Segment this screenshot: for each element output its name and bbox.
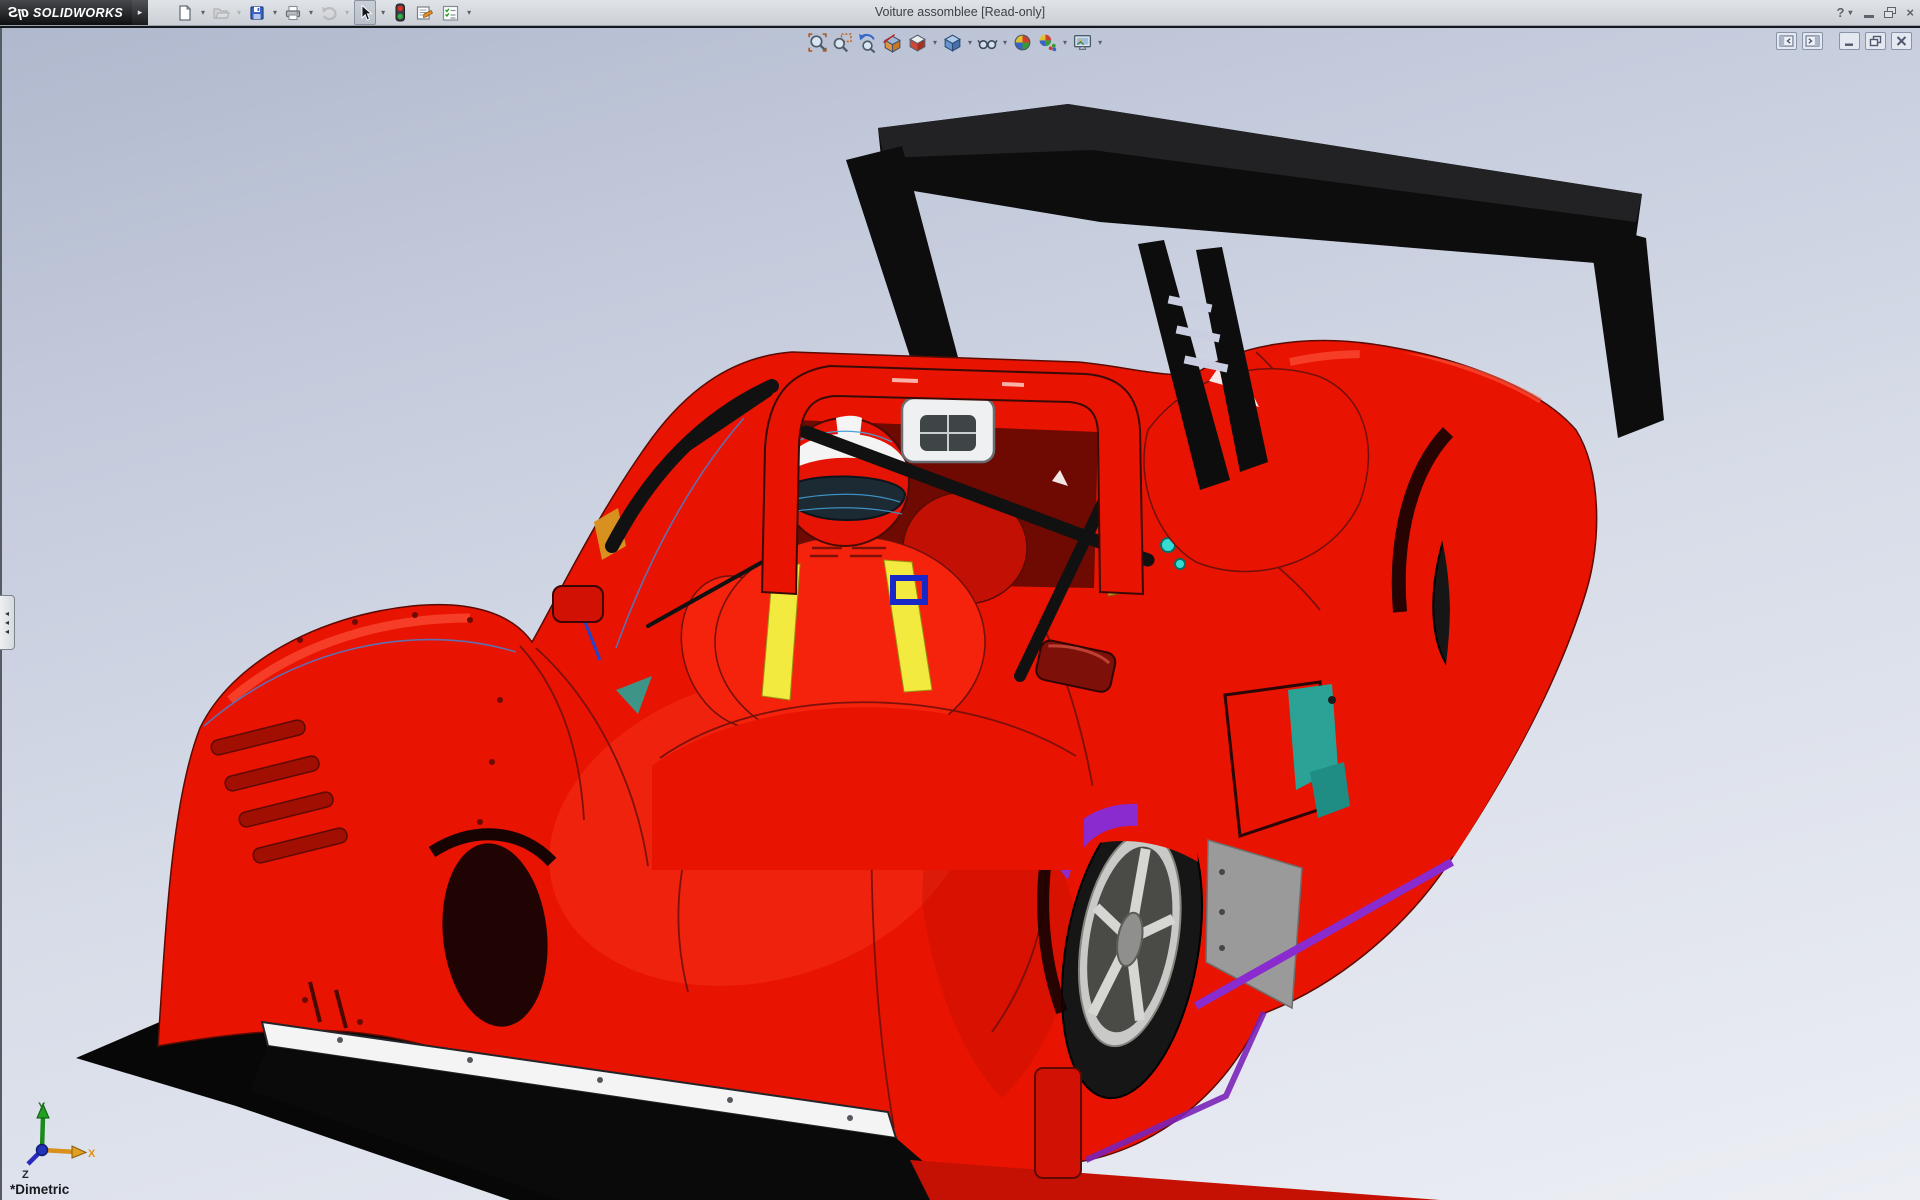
new-document-icon — [176, 4, 194, 22]
edit-appearance-dropdown[interactable]: ▾ — [1061, 31, 1069, 54]
feature-panel-collapsed-tab[interactable]: ◂ ◂ ◂ — [0, 595, 15, 650]
zoom-to-area-button[interactable] — [831, 31, 854, 54]
select-cursor-icon — [356, 4, 374, 22]
restore-icon — [1884, 7, 1896, 18]
undo-icon — [320, 4, 338, 22]
display-style-button[interactable] — [941, 31, 964, 54]
section-view-button[interactable] — [881, 31, 904, 54]
comment-button[interactable] — [413, 0, 436, 25]
minimize-button[interactable] — [1864, 8, 1874, 18]
save-button[interactable] — [246, 0, 268, 25]
hide-show-items-button[interactable] — [976, 31, 999, 54]
select-button[interactable] — [354, 0, 376, 25]
print-dropdown[interactable]: ▾ — [307, 1, 315, 24]
previous-view-icon — [857, 32, 878, 53]
panel-expand-arrow: ◂ — [5, 611, 9, 617]
zoom-to-fit-button[interactable] — [806, 31, 829, 54]
doc-minimize-icon — [1843, 35, 1856, 47]
new-dropdown[interactable]: ▾ — [199, 1, 207, 24]
view-settings-dropdown[interactable]: ▾ — [1096, 31, 1104, 54]
close-icon: × — [1906, 5, 1914, 20]
checklist-icon — [441, 4, 460, 22]
solidworks-logo-mark: ƣS — [8, 4, 29, 21]
panel-expand-arrow: ◂ — [5, 629, 9, 635]
open-icon — [212, 4, 230, 22]
view-orientation-dropdown[interactable]: ▾ — [931, 31, 939, 54]
previous-view-button[interactable] — [856, 31, 879, 54]
apply-scene-button[interactable] — [1011, 31, 1034, 54]
title-bar: ƣS SOLIDWORKS ▸ ▾ ▾ ▾ — [0, 0, 1920, 26]
view-orientation-button[interactable] — [906, 31, 929, 54]
undo-dropdown: ▾ — [343, 1, 351, 24]
section-view-icon — [882, 32, 903, 53]
panel-expand-arrow: ◂ — [5, 620, 9, 626]
checklist-button[interactable] — [439, 0, 462, 25]
checklist-dropdown[interactable]: ▾ — [465, 1, 473, 24]
doc-minimize-button[interactable] — [1839, 32, 1860, 50]
reference-triad[interactable]: Y X Z — [20, 1098, 100, 1180]
feature-pane-left-icon — [1779, 35, 1794, 47]
save-dropdown[interactable]: ▾ — [271, 1, 279, 24]
document-window-controls — [1776, 32, 1912, 50]
view-settings-button[interactable] — [1071, 31, 1094, 54]
stoplight-icon — [392, 3, 408, 22]
undo-button[interactable] — [318, 0, 340, 25]
view-orientation-icon — [907, 32, 928, 53]
help-icon: ? — [1836, 5, 1844, 20]
select-dropdown[interactable]: ▾ — [379, 1, 387, 24]
comment-icon — [415, 4, 434, 22]
feature-pane-left-button[interactable] — [1776, 32, 1797, 50]
close-button[interactable]: × — [1906, 5, 1914, 20]
hide-show-items-icon — [977, 32, 998, 53]
titlebar-separator — [0, 26, 1920, 28]
feature-pane-right-icon — [1805, 35, 1820, 47]
edit-appearance-icon — [1037, 32, 1058, 53]
solidworks-logo-text: SOLIDWORKS — [33, 6, 123, 20]
stoplight-button[interactable] — [390, 0, 410, 25]
display-style-dropdown[interactable]: ▾ — [966, 31, 974, 54]
zoom-to-fit-icon — [807, 32, 828, 53]
triad-z-label: Z — [22, 1169, 29, 1180]
view-settings-icon — [1072, 32, 1093, 53]
zoom-to-area-icon — [832, 32, 853, 53]
triad-y-label: Y — [38, 1101, 46, 1113]
triad-x-label: X — [88, 1148, 96, 1160]
window-controls: ? ▾ × — [1836, 0, 1914, 25]
save-icon — [248, 4, 266, 22]
hide-show-items-dropdown[interactable]: ▾ — [1001, 31, 1009, 54]
restore-button[interactable] — [1884, 7, 1896, 18]
open-button[interactable] — [210, 0, 232, 25]
print-icon — [284, 4, 302, 22]
doc-close-button[interactable] — [1891, 32, 1912, 50]
solidworks-logo: ƣS SOLIDWORKS — [0, 0, 132, 25]
car-3d-model[interactable] — [0, 0, 1920, 1200]
doc-restore-button[interactable] — [1865, 32, 1886, 50]
apply-scene-icon — [1012, 32, 1033, 53]
menu-flyout-arrow[interactable]: ▸ — [132, 0, 148, 25]
display-style-icon — [942, 32, 963, 53]
edit-appearance-button[interactable] — [1036, 31, 1059, 54]
help-dropdown[interactable]: ▾ — [1846, 1, 1854, 24]
feature-pane-right-button[interactable] — [1802, 32, 1823, 50]
open-dropdown: ▾ — [235, 1, 243, 24]
main-toolbar: ▾ ▾ ▾ ▾ — [174, 0, 473, 25]
help-button[interactable]: ? ▾ — [1836, 1, 1854, 24]
doc-close-icon — [1895, 35, 1908, 47]
doc-restore-icon — [1869, 35, 1882, 47]
air-intake — [902, 398, 994, 462]
view-orientation-label: *Dimetric — [10, 1182, 69, 1197]
minimize-icon — [1864, 15, 1874, 18]
new-document-button[interactable] — [174, 0, 196, 25]
print-button[interactable] — [282, 0, 304, 25]
heads-up-view-toolbar: ▾ ▾ ▾ ▾ — [806, 31, 1104, 54]
